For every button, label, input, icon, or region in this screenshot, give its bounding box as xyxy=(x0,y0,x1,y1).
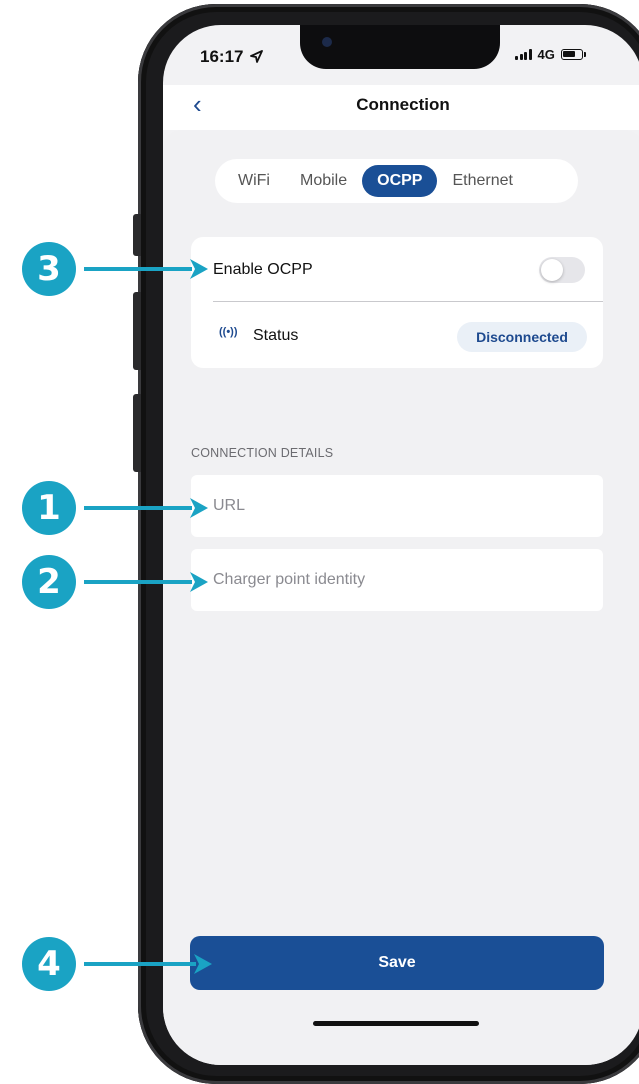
arrow-3 xyxy=(84,259,208,279)
annotation-marker-4: 4 xyxy=(22,937,76,991)
annotation-marker-3: 3 xyxy=(22,242,76,296)
arrow-4 xyxy=(84,954,212,974)
annotation-marker-2: 2 xyxy=(22,555,76,609)
arrow-2 xyxy=(84,572,208,592)
annotation-arrows xyxy=(84,259,212,974)
annotation-marker-1: 1 xyxy=(22,481,76,535)
arrow-1 xyxy=(84,498,208,518)
